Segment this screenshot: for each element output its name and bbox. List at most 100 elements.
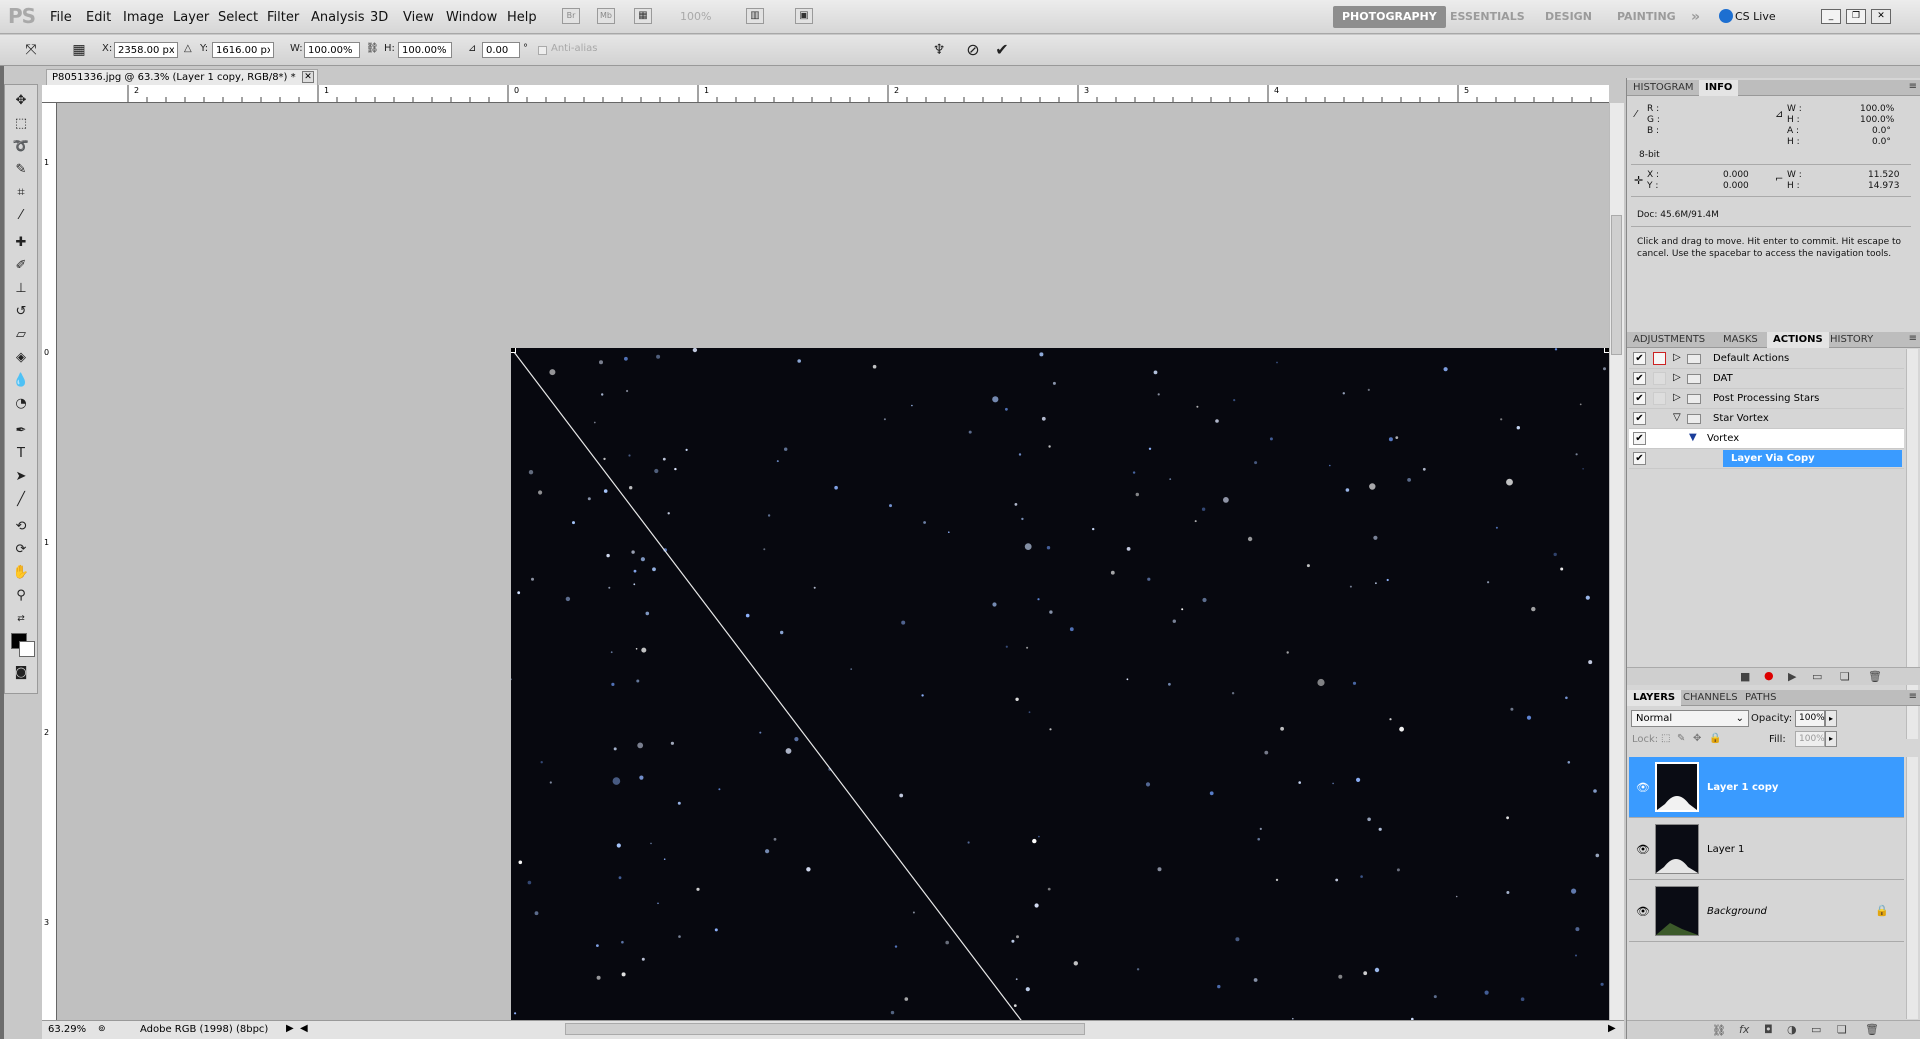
width-scale-input[interactable] — [304, 42, 360, 58]
cancel-transform-icon[interactable]: ⊘ — [964, 41, 982, 59]
action-step-row[interactable]: ✔ Layer Via Copy — [1629, 449, 1904, 469]
x-position-input[interactable] — [114, 42, 178, 58]
play-button-icon[interactable]: ▶ — [1788, 670, 1796, 683]
panel-menu-icon[interactable]: ≡ — [1909, 333, 1917, 344]
fill-input[interactable]: 100% — [1795, 731, 1825, 747]
rotate-angle-input[interactable] — [482, 42, 520, 58]
relative-position-icon[interactable]: △ — [184, 43, 192, 54]
action-toggle-checkbox[interactable]: ✔ — [1633, 412, 1646, 425]
tab-masks[interactable]: MASKS — [1717, 332, 1764, 348]
document-tab[interactable]: P8051336.jpg @ 63.3% (Layer 1 copy, RGB/… — [46, 69, 318, 85]
move-tool-icon[interactable]: ✥ — [10, 91, 32, 111]
marquee-tool-icon[interactable]: ⬚ — [10, 114, 32, 134]
antialias-checkbox[interactable] — [538, 46, 547, 55]
lasso-tool-icon[interactable]: ➰ — [10, 137, 32, 157]
menu-help[interactable]: Help — [507, 10, 537, 25]
path-selection-tool-icon[interactable]: ➤ — [10, 467, 32, 487]
crop-tool-icon[interactable]: ⌗ — [10, 183, 32, 203]
lock-image-icon[interactable]: ✎ — [1677, 733, 1685, 744]
cs-live-menu[interactable]: CS Live — [1735, 10, 1776, 23]
dialog-toggle[interactable] — [1653, 352, 1666, 365]
lock-position-icon[interactable]: ✥ — [1693, 733, 1701, 744]
tab-history[interactable]: HISTORY — [1824, 332, 1879, 348]
blend-mode-select[interactable]: Normal ⌄ — [1631, 710, 1749, 727]
line-tool-icon[interactable]: ╱ — [10, 490, 32, 510]
layer-name[interactable]: Layer 1 copy — [1707, 782, 1778, 793]
dialog-toggle[interactable] — [1653, 372, 1666, 385]
move-tool-preset-icon[interactable]: ⤧ — [22, 41, 40, 59]
action-row[interactable]: ✔ ▼ Vortex — [1629, 429, 1904, 449]
new-set-icon[interactable]: ▭ — [1812, 670, 1822, 683]
layers-scrollbar[interactable] — [1906, 757, 1918, 1019]
workspace-photography[interactable]: PHOTOGRAPHY — [1333, 6, 1446, 28]
minimize-button[interactable]: _ — [1821, 9, 1841, 24]
action-set-row[interactable]: ✔ ▷ Default Actions — [1629, 349, 1904, 369]
expand-arrow-icon[interactable]: ▷ — [1673, 352, 1681, 363]
eraser-tool-icon[interactable]: ▱ — [10, 325, 32, 345]
clone-stamp-tool-icon[interactable]: ⊥ — [10, 279, 32, 299]
document-image[interactable] — [511, 348, 1609, 1020]
eye-icon[interactable]: 👁 — [1636, 843, 1650, 856]
type-tool-icon[interactable]: T — [10, 444, 32, 464]
new-action-icon[interactable]: ❏ — [1840, 670, 1850, 683]
panel-menu-icon[interactable]: ≡ — [1909, 691, 1917, 702]
action-set-row[interactable]: ✔ ▽ Star Vortex — [1629, 409, 1904, 429]
restore-button[interactable]: ❐ — [1846, 9, 1866, 24]
transform-handle[interactable] — [511, 348, 516, 353]
height-scale-input[interactable] — [398, 42, 452, 58]
opacity-input[interactable]: 100% — [1795, 710, 1825, 727]
layer-name[interactable]: Layer 1 — [1707, 844, 1744, 855]
action-toggle-checkbox[interactable]: ✔ — [1633, 452, 1646, 465]
zoom-tool-icon[interactable]: ⚲ — [10, 586, 32, 606]
workspace-essentials[interactable]: ESSENTIALS — [1441, 6, 1534, 28]
menu-view[interactable]: View — [403, 10, 434, 25]
layer-row[interactable]: 👁 Layer 1 — [1629, 819, 1904, 880]
layer-name[interactable]: Background — [1707, 906, 1767, 917]
action-set-row[interactable]: ✔ ▷ DAT — [1629, 369, 1904, 389]
tab-info[interactable]: INFO — [1699, 80, 1739, 96]
tab-channels[interactable]: CHANNELS — [1677, 690, 1744, 706]
commit-transform-icon[interactable]: ✔ — [993, 41, 1011, 59]
panel-menu-icon[interactable]: ≡ — [1909, 81, 1917, 92]
expand-arrow-icon[interactable]: ▷ — [1673, 372, 1681, 383]
adjustment-layer-icon[interactable]: ◑ — [1787, 1023, 1797, 1036]
arrange-documents-icon[interactable]: ▥ — [746, 8, 764, 24]
menu-edit[interactable]: Edit — [86, 10, 111, 25]
menu-select[interactable]: Select — [218, 10, 258, 25]
opacity-slider-arrow-icon[interactable]: ▸ — [1825, 710, 1837, 727]
action-toggle-checkbox[interactable]: ✔ — [1633, 372, 1646, 385]
workspace-painting[interactable]: PAINTING — [1608, 6, 1685, 28]
delete-layer-icon[interactable]: 🗑 — [1865, 1023, 1879, 1036]
record-button-icon[interactable]: ● — [1764, 669, 1774, 682]
hand-tool-icon[interactable]: ✋ — [10, 563, 32, 583]
new-layer-icon[interactable]: ❏ — [1837, 1023, 1847, 1036]
tab-paths[interactable]: PATHS — [1739, 690, 1782, 706]
vertical-scroll-thumb[interactable] — [1611, 215, 1622, 355]
fill-slider-arrow-icon[interactable]: ▸ — [1825, 731, 1837, 747]
menu-file[interactable]: File — [50, 10, 72, 25]
delete-action-icon[interactable]: 🗑 — [1868, 670, 1882, 683]
close-button[interactable]: ✕ — [1871, 9, 1891, 24]
3d-rotate-tool-icon[interactable]: ⟲ — [10, 517, 32, 537]
minibridge-icon[interactable]: Mb — [597, 8, 615, 24]
lock-all-icon[interactable]: 🔒 — [1709, 733, 1721, 744]
action-set-row[interactable]: ✔ ▷ Post Processing Stars — [1629, 389, 1904, 409]
add-mask-icon[interactable]: ◘ — [1764, 1023, 1773, 1036]
brush-tool-icon[interactable]: ✐ — [10, 256, 32, 276]
dialog-toggle[interactable] — [1653, 392, 1666, 405]
screen-mode-icon[interactable]: ▣ — [795, 8, 813, 24]
tab-histogram[interactable]: HISTOGRAM — [1627, 80, 1700, 96]
gradient-tool-icon[interactable]: ◈ — [10, 348, 32, 368]
lock-transparency-icon[interactable]: ⬚ — [1661, 733, 1670, 744]
layer-style-icon[interactable]: fx — [1739, 1023, 1749, 1036]
canvas-area[interactable] — [57, 103, 1609, 1020]
expand-arrow-icon[interactable]: ▷ — [1673, 392, 1681, 403]
warp-mode-icon[interactable]: ♆ — [930, 41, 948, 59]
quick-selection-tool-icon[interactable]: ✎ — [10, 160, 32, 180]
link-layers-icon[interactable]: ⛓ — [1712, 1024, 1726, 1037]
scroll-right-icon[interactable]: ▶ — [1608, 1023, 1616, 1034]
zoom-dropdown[interactable]: 100% — [680, 10, 711, 23]
eye-icon[interactable]: 👁 — [1636, 905, 1650, 918]
action-toggle-checkbox[interactable]: ✔ — [1633, 432, 1646, 445]
quick-mask-icon[interactable]: ◙ — [10, 663, 32, 683]
